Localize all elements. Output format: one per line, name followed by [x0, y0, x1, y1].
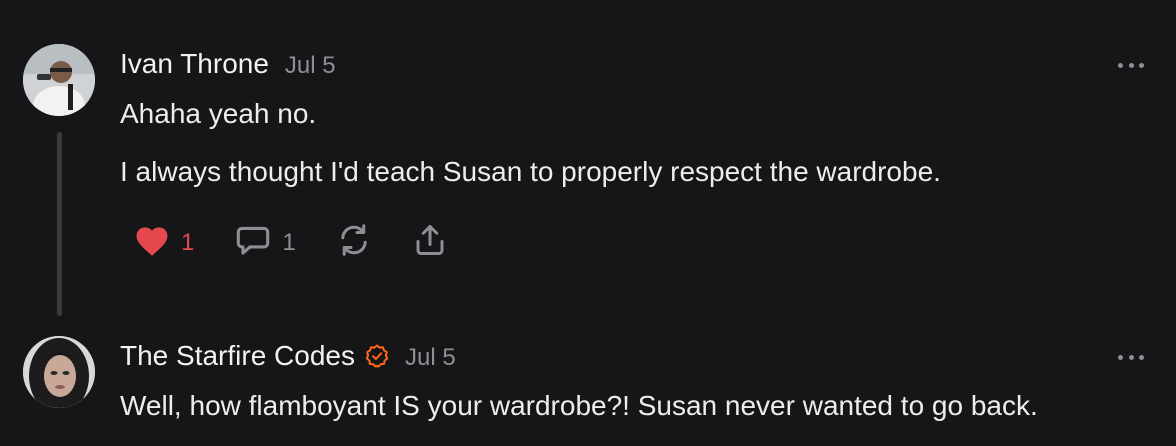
share-icon	[412, 222, 448, 263]
comment-meta: The Starfire Codes Jul 5	[120, 340, 456, 372]
restack-button[interactable]	[336, 222, 372, 263]
comment-paragraph: I always thought I'd teach Susan to prop…	[120, 156, 941, 187]
comment-date[interactable]: Jul 5	[405, 344, 456, 372]
comment-paragraph: Ahaha yeah no.	[120, 98, 317, 129]
avatar[interactable]	[23, 336, 95, 408]
reply-button[interactable]: 1	[234, 223, 296, 262]
restack-icon	[336, 222, 372, 263]
author-name[interactable]: Ivan Throne	[120, 48, 269, 80]
avatar[interactable]	[23, 44, 95, 116]
comment-bubble-icon	[234, 223, 272, 262]
reply-count: 1	[282, 228, 296, 256]
heart-icon	[133, 223, 171, 262]
comment-date[interactable]: Jul 5	[285, 52, 336, 80]
thread-line	[57, 132, 62, 316]
author-name[interactable]: The Starfire Codes	[120, 340, 355, 372]
verified-badge-icon	[365, 344, 389, 368]
comment-meta: Ivan Throne Jul 5	[120, 48, 336, 80]
more-dots-icon[interactable]	[1118, 61, 1144, 69]
share-button[interactable]	[412, 222, 448, 263]
comment-paragraph: Well, how flamboyant IS your wardrobe?! …	[120, 390, 1038, 421]
like-button[interactable]: 1	[133, 223, 194, 262]
comment-actions: 1 1	[133, 222, 488, 263]
more-dots-icon[interactable]	[1118, 353, 1144, 361]
like-count: 1	[181, 228, 195, 256]
